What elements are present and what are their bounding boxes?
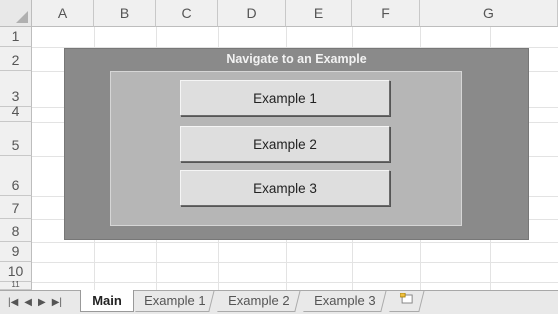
row-header-9[interactable]: 9 bbox=[0, 242, 32, 262]
column-header-b[interactable]: B bbox=[94, 0, 156, 27]
row-header-3[interactable]: 3 bbox=[0, 71, 32, 107]
column-header-f[interactable]: F bbox=[352, 0, 420, 27]
row-header-4[interactable]: 4 bbox=[0, 103, 32, 122]
row-header-7[interactable]: 7 bbox=[0, 196, 32, 219]
insert-sheet-icon bbox=[399, 292, 414, 308]
tab-example-3[interactable]: Example 3 bbox=[303, 290, 387, 312]
gridline bbox=[32, 282, 558, 283]
last-sheet-icon[interactable]: ▶| bbox=[52, 297, 62, 308]
sheet-navigation: |◀ ◀ ▶ ▶| bbox=[8, 293, 62, 311]
row-header-11[interactable]: 11 bbox=[0, 280, 32, 290]
column-header-a[interactable]: A bbox=[32, 0, 94, 27]
select-all-triangle-icon bbox=[16, 11, 28, 23]
row-header-6[interactable]: 6 bbox=[0, 156, 32, 196]
column-header-g[interactable]: G bbox=[420, 0, 558, 27]
panel-title: Navigate to an Example bbox=[226, 52, 367, 66]
insert-sheet-tab[interactable] bbox=[389, 290, 425, 312]
column-header-e[interactable]: E bbox=[286, 0, 352, 27]
next-sheet-icon[interactable]: ▶ bbox=[38, 297, 46, 308]
row-header-1[interactable]: 1 bbox=[0, 27, 32, 47]
row-header-8[interactable]: 8 bbox=[0, 219, 32, 242]
column-header-d[interactable]: D bbox=[218, 0, 286, 27]
select-all-corner[interactable] bbox=[0, 0, 32, 27]
column-header-c[interactable]: C bbox=[156, 0, 218, 27]
tab-example-2[interactable]: Example 2 bbox=[217, 290, 301, 312]
row-header-10[interactable]: 10 bbox=[0, 262, 32, 282]
first-sheet-icon[interactable]: |◀ bbox=[8, 297, 18, 308]
gridline bbox=[32, 242, 558, 243]
example-1-button[interactable]: Example 1 bbox=[180, 80, 390, 116]
prev-sheet-icon[interactable]: ◀ bbox=[24, 297, 32, 308]
example-3-button[interactable]: Example 3 bbox=[180, 170, 390, 206]
example-2-button[interactable]: Example 2 bbox=[180, 126, 390, 162]
gridline bbox=[32, 262, 558, 263]
tab-main[interactable]: Main bbox=[80, 290, 134, 312]
tab-example-1[interactable]: Example 1 bbox=[135, 290, 215, 312]
row-header-5[interactable]: 5 bbox=[0, 122, 32, 156]
row-header-2[interactable]: 2 bbox=[0, 47, 32, 71]
